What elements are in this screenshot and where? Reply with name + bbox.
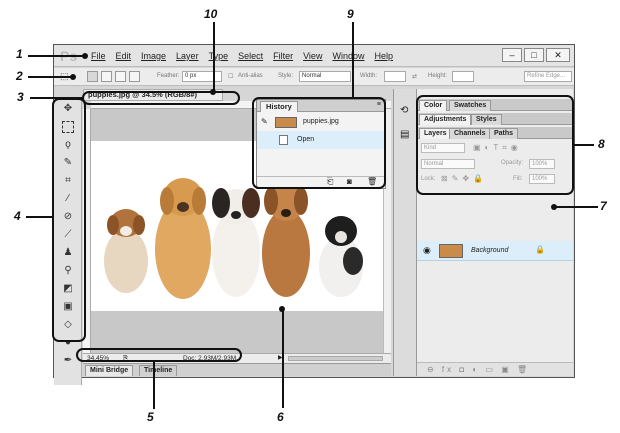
callout-line-4 <box>26 216 54 218</box>
visibility-eye-icon[interactable]: ◉ <box>423 245 431 256</box>
callout-number-3: 3 <box>17 90 24 104</box>
callout-number-10: 10 <box>204 7 218 21</box>
antialias-checkbox[interactable]: ☐ <box>228 73 233 80</box>
width-input[interactable] <box>384 71 406 82</box>
callout-dot-10 <box>210 89 216 95</box>
history-panel-icon[interactable]: ⟲ <box>400 105 408 116</box>
callout-box-8 <box>416 95 574 195</box>
minimize-button[interactable]: – <box>502 48 522 62</box>
callout-number-1: 1 <box>16 47 23 61</box>
width-label: Width: <box>360 73 378 79</box>
menu-help[interactable]: Help <box>374 51 393 61</box>
callout-box-9 <box>252 97 386 189</box>
menu-window[interactable]: Window <box>332 51 364 61</box>
layer-name[interactable]: Background <box>471 247 508 254</box>
add-selection-icon[interactable] <box>101 71 112 82</box>
layer-row-background[interactable]: ◉ Background 🔒 <box>417 241 573 261</box>
callout-number-2: 2 <box>16 69 23 83</box>
height-label: Height: <box>428 73 448 79</box>
tab-mini-bridge[interactable]: Mini Bridge <box>85 365 134 376</box>
menu-type[interactable]: Type <box>209 51 229 61</box>
style-select[interactable]: Normal <box>299 71 351 82</box>
options-bar: ⬚ Feather: 0 px ☐ Anti-alias Style: Norm… <box>54 68 574 86</box>
bottom-panel-tabs: Mini Bridge Timeline <box>83 363 391 376</box>
new-selection-icon[interactable] <box>87 71 98 82</box>
callout-number-6: 6 <box>277 410 284 424</box>
style-label: Style: <box>278 73 294 79</box>
callout-line-8 <box>574 144 594 146</box>
properties-panel-icon[interactable]: ▤ <box>400 129 409 140</box>
refine-edge-button[interactable]: Refine Edge... <box>524 71 572 82</box>
callout-box-4 <box>52 98 86 342</box>
layer-action-icons[interactable]: ⊖ fx ◘ ◐ ▭ ▣ 🗑 <box>427 365 530 374</box>
callout-line-6 <box>282 310 284 408</box>
feather-input[interactable]: 0 px <box>182 71 222 82</box>
callout-number-9: 9 <box>347 7 354 21</box>
callout-line-1 <box>28 55 86 57</box>
menu-edit[interactable]: Edit <box>116 51 132 61</box>
callout-box-3 <box>82 91 240 105</box>
menu-list: File Edit Image Layer Type Select Filter… <box>91 51 393 61</box>
callout-line-5 <box>153 361 155 409</box>
menu-image[interactable]: Image <box>141 51 166 61</box>
callout-line-9 <box>352 22 354 98</box>
intersect-selection-icon[interactable] <box>129 71 140 82</box>
layer-lock-icon: 🔒 <box>535 245 545 254</box>
menu-filter[interactable]: Filter <box>273 51 293 61</box>
close-button[interactable]: ✕ <box>546 48 570 62</box>
callout-dot-2 <box>70 74 76 80</box>
subtract-selection-icon[interactable] <box>115 71 126 82</box>
menu-bar: Ps File Edit Image Layer Type Select Fil… <box>54 45 574 67</box>
callout-dot-7 <box>551 204 557 210</box>
callout-line-7 <box>554 206 598 208</box>
callout-number-8: 8 <box>598 137 605 151</box>
layers-footer: ⊖ fx ◘ ◐ ▭ ▣ 🗑 <box>417 362 573 376</box>
height-input[interactable] <box>452 71 474 82</box>
menu-select[interactable]: Select <box>238 51 263 61</box>
callout-line-2 <box>28 76 72 78</box>
antialias-label: Anti-alias <box>238 73 263 79</box>
callout-box-5 <box>76 348 242 362</box>
feather-label: Feather: <box>157 73 180 79</box>
pen-tool-icon[interactable]: ✒ <box>62 355 74 367</box>
maximize-button[interactable]: □ <box>524 48 544 62</box>
callout-dot-1 <box>82 53 88 59</box>
callout-dot-6 <box>279 306 285 312</box>
callout-number-4: 4 <box>14 209 21 223</box>
tab-timeline[interactable]: Timeline <box>139 365 178 376</box>
callout-line-3 <box>30 97 84 99</box>
horizontal-scrollbar[interactable] <box>288 356 383 361</box>
swap-icon[interactable]: ⇄ <box>412 73 417 80</box>
menu-layer[interactable]: Layer <box>176 51 199 61</box>
callout-number-7: 7 <box>600 199 607 213</box>
menu-view[interactable]: View <box>303 51 322 61</box>
layer-thumbnail <box>439 244 463 258</box>
menu-file[interactable]: File <box>91 51 106 61</box>
callout-number-5: 5 <box>147 410 154 424</box>
callout-line-10 <box>213 22 215 92</box>
collapsed-panel-icons: ⟲ ▤ <box>393 89 417 376</box>
